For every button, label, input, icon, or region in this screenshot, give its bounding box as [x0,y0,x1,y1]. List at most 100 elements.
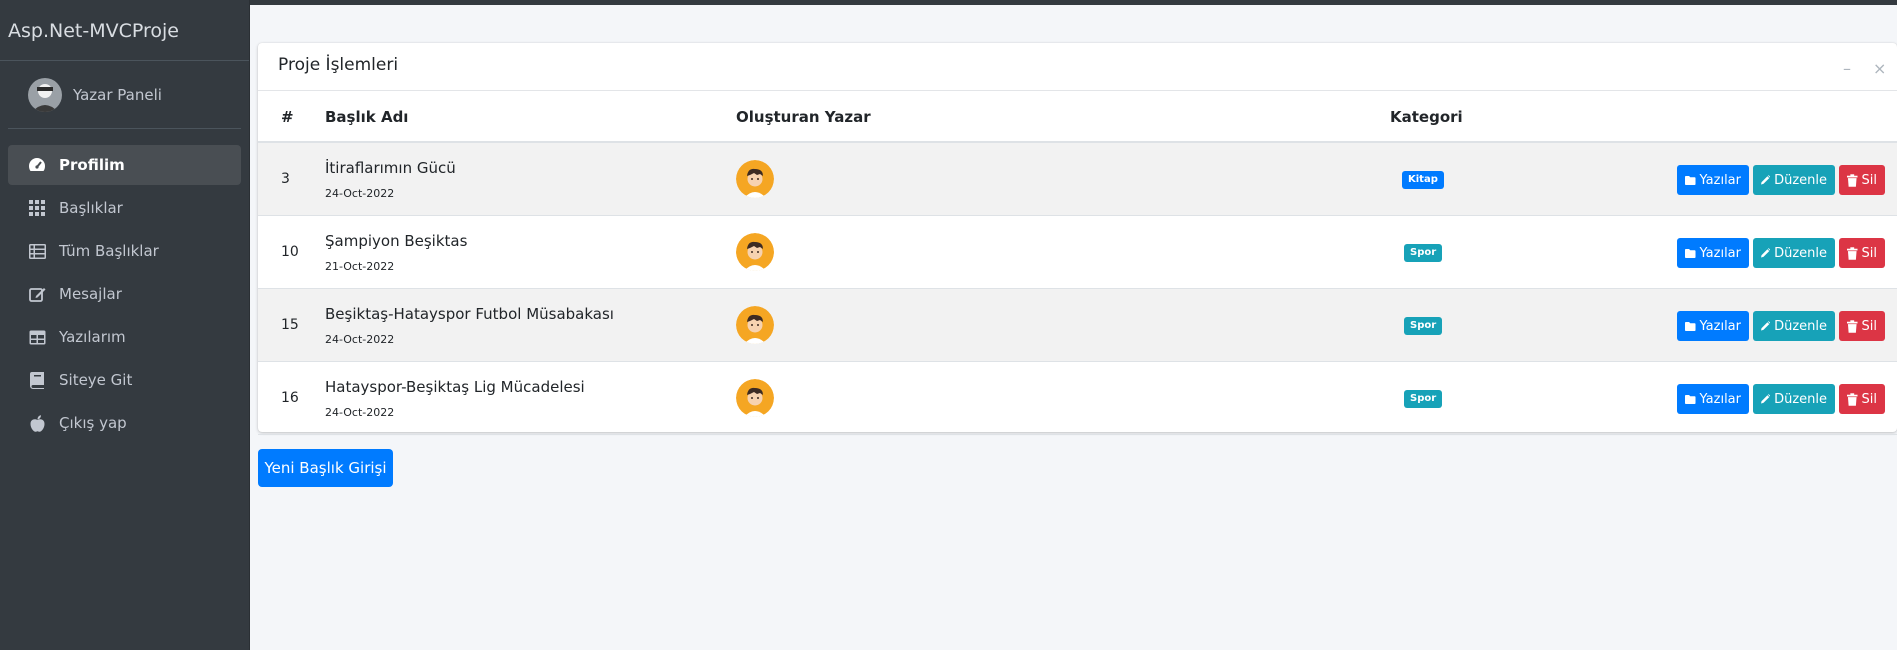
button-label: Yazılar [1699,391,1741,407]
close-icon[interactable]: × [1873,59,1886,78]
row-title: Hatayspor-Beşiktaş Lig Mücadelesi [325,378,585,396]
posts-button[interactable]: Yazılar [1677,311,1749,341]
sidebar-item-label: Profilim [59,156,125,174]
sidebar-item-label: Siteye Git [59,371,133,389]
row-date: 21-Oct-2022 [325,260,395,273]
user-avatar [28,77,62,112]
author-avatar [736,379,774,417]
delete-button[interactable]: Sil [1839,165,1885,195]
row-title: İtiraflarımın Gücü [325,159,456,177]
row-actions: Yazılar Düzenle Sil [1677,238,1885,268]
trash-icon [1847,319,1858,333]
book-icon [27,370,47,390]
card-tools: – × [1843,59,1886,78]
top-bar [0,0,1897,5]
trash-icon [1847,246,1858,260]
table-row: 3 İtiraflarımın Gücü 24-Oct-2022 Kitap Y… [258,143,1897,216]
trash-icon [1847,173,1858,187]
delete-button[interactable]: Sil [1839,311,1885,341]
sidebar-item-cikis-yap[interactable]: Çıkış yap [8,403,241,443]
new-title-button[interactable]: Yeni Başlık Girişi [258,449,393,487]
row-date: 24-Oct-2022 [325,187,395,200]
edit-button[interactable]: Düzenle [1753,311,1835,341]
row-id: 10 [281,244,299,260]
row-date: 24-Oct-2022 [325,333,395,346]
table-header: # Başlık Adı Oluşturan Yazar Kategori [258,91,1897,143]
row-date: 24-Oct-2022 [325,406,395,419]
pencil-icon [1761,321,1771,331]
button-label: Yazılar [1699,172,1741,188]
folder-icon [1685,248,1696,258]
folder-icon [1685,394,1696,404]
edit-button[interactable]: Düzenle [1753,238,1835,268]
edit-icon [27,284,47,304]
button-label: Sil [1861,172,1877,188]
button-label: Sil [1861,245,1877,261]
apple-icon [27,413,47,433]
row-id: 15 [281,317,299,333]
projects-table: # Başlık Adı Oluşturan Yazar Kategori 3 … [258,91,1897,435]
table-row: 10 Şampiyon Beşiktas 21-Oct-2022 Spor Ya… [258,216,1897,289]
category-badge: Spor [1404,244,1443,262]
grid-icon [27,198,47,218]
header-author: Oluşturan Yazar [736,108,871,126]
button-label: Yazılar [1699,318,1741,334]
row-id: 3 [281,171,290,187]
brand-link[interactable]: Asp.Net-MVCProje [0,0,249,61]
header-category: Kategori [1390,108,1463,126]
sidebar-item-mesajlar[interactable]: Mesajlar [8,274,241,314]
projects-card: Proje İşlemleri – × # Başlık Adı Oluştur… [258,43,1897,435]
header-id: # [281,108,294,126]
card-title: Proje İşlemleri [278,55,399,75]
sidebar-item-label: Tüm Başlıklar [59,242,159,260]
sidebar-item-label: Çıkış yap [59,414,127,432]
user-name: Yazar Paneli [73,85,162,104]
button-label: Sil [1861,318,1877,334]
sidebar-item-basliklar[interactable]: Başlıklar [8,188,241,228]
button-label: Yazılar [1699,245,1741,261]
sidebar-item-label: Mesajlar [59,285,122,303]
sidebar-item-profilim[interactable]: Profilim [8,145,241,185]
delete-button[interactable]: Sil [1839,384,1885,414]
posts-button[interactable]: Yazılar [1677,384,1749,414]
pencil-icon [1761,175,1771,185]
posts-button[interactable]: Yazılar [1677,165,1749,195]
pencil-icon [1761,248,1771,258]
list-icon [27,241,47,261]
author-avatar [736,306,774,344]
user-panel[interactable]: Yazar Paneli [8,61,241,129]
folder-icon [1685,175,1696,185]
minimize-icon[interactable]: – [1843,59,1851,78]
posts-button[interactable]: Yazılar [1677,238,1749,268]
delete-button[interactable]: Sil [1839,238,1885,268]
header-title: Başlık Adı [325,108,409,126]
table-row: 16 Hatayspor-Beşiktaş Lig Mücadelesi 24-… [258,362,1897,435]
row-title: Şampiyon Beşiktas [325,232,468,250]
sidebar-item-siteye-git[interactable]: Siteye Git [8,360,241,400]
button-label: Düzenle [1774,172,1827,188]
card-header: Proje İşlemleri – × [258,43,1897,91]
row-title: Beşiktaş-Hatayspor Futbol Müsabakası [325,305,614,323]
button-label: Sil [1861,391,1877,407]
sidebar-item-tum-basliklar[interactable]: Tüm Başlıklar [8,231,241,271]
author-avatar [736,160,774,198]
button-label: Düzenle [1774,391,1827,407]
category-badge: Kitap [1402,171,1444,189]
button-label: Düzenle [1774,245,1827,261]
edit-button[interactable]: Düzenle [1753,384,1835,414]
folder-icon [1685,321,1696,331]
sidebar: Asp.Net-MVCProje Yazar Paneli Profilim B… [0,0,250,650]
edit-button[interactable]: Düzenle [1753,165,1835,195]
row-id: 16 [281,390,299,406]
row-actions: Yazılar Düzenle Sil [1677,311,1885,341]
row-actions: Yazılar Düzenle Sil [1677,165,1885,195]
button-label: Düzenle [1774,318,1827,334]
sidebar-nav: Profilim Başlıklar Tüm Başlıklar Mesajla… [0,145,249,443]
table-icon [27,327,47,347]
table-row: 15 Beşiktaş-Hatayspor Futbol Müsabakası … [258,289,1897,362]
category-badge: Spor [1404,390,1443,408]
category-badge: Spor [1404,317,1443,335]
pencil-icon [1761,394,1771,404]
author-avatar [736,233,774,271]
sidebar-item-yazilarim[interactable]: Yazılarım [8,317,241,357]
